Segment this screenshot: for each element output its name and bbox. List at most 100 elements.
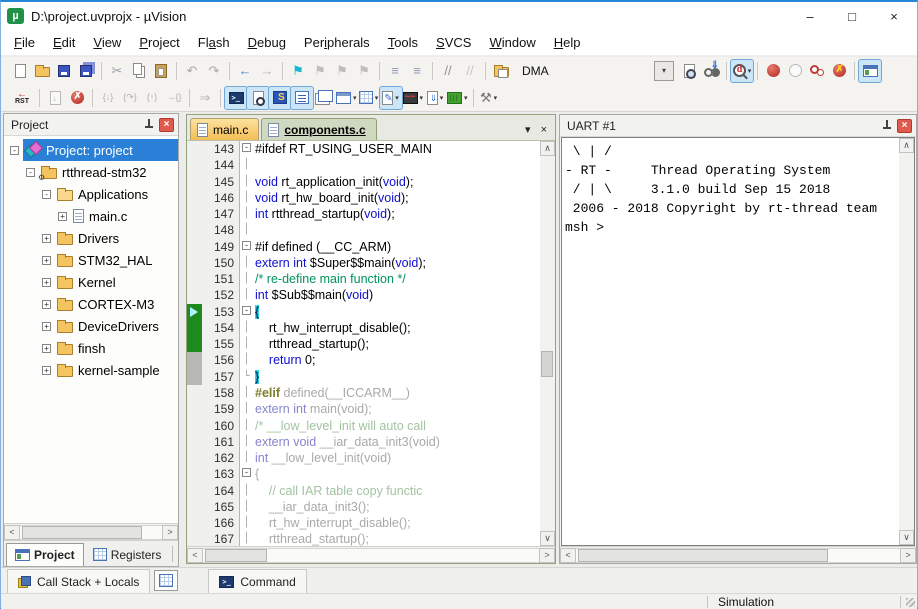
project-window-toggle[interactable] xyxy=(859,60,881,82)
insert-breakpoint-button[interactable] xyxy=(762,60,784,82)
menu-peripherals[interactable]: Peripherals xyxy=(295,32,379,53)
debug-settings-button[interactable]: ⚒▾ xyxy=(478,87,500,109)
tree-item-body[interactable]: Applications xyxy=(55,183,178,205)
cut-button[interactable]: ✂ xyxy=(106,60,128,82)
tree-item-body[interactable]: Kernel xyxy=(55,271,178,293)
previous-bookmark-button[interactable]: ⚑ xyxy=(331,60,353,82)
tree-item-applications[interactable]: -Applications xyxy=(4,183,178,205)
workspace-tab-registers[interactable]: Registers xyxy=(85,543,170,566)
toggle-bookmark-button[interactable]: ⚑ xyxy=(287,60,309,82)
dropdown-icon[interactable]: ▾ xyxy=(440,94,444,102)
call-stack-window-button[interactable] xyxy=(313,87,335,109)
tree-item-finsh[interactable]: + finsh xyxy=(4,337,178,359)
paste-button[interactable] xyxy=(150,60,172,82)
serial-windows-button[interactable]: ▾ xyxy=(380,87,402,109)
fold-marker[interactable]: - xyxy=(240,239,253,255)
disable-breakpoint-button[interactable] xyxy=(784,60,806,82)
symbol-window-button[interactable] xyxy=(269,87,291,109)
uncomment-button[interactable]: // xyxy=(459,60,481,82)
copy-button[interactable] xyxy=(128,60,150,82)
command-window-button[interactable] xyxy=(225,87,247,109)
menu-view[interactable]: View xyxy=(84,32,130,53)
uart-terminal[interactable]: \ | / - RT - Thread Operating System / |… xyxy=(561,137,915,546)
tree-item-body[interactable]: finsh xyxy=(55,337,178,359)
logic-analyzer-button[interactable]: ▾ xyxy=(402,87,425,109)
scroll-thumb[interactable] xyxy=(205,549,267,562)
menu-tools[interactable]: Tools xyxy=(379,32,427,53)
save-button[interactable] xyxy=(53,60,75,82)
tree-item-kernel[interactable]: +Kernel xyxy=(4,271,178,293)
workspace-tab-project[interactable]: Project xyxy=(6,543,84,566)
tab-main-c[interactable]: main.c xyxy=(190,118,259,140)
menu-edit[interactable]: Edit xyxy=(44,32,84,53)
tree-item-project-project[interactable]: -Project: project xyxy=(4,139,178,161)
tree-expander-icon[interactable]: + xyxy=(42,322,51,331)
uart-vertical-scrollbar[interactable]: ∧ ∨ xyxy=(899,138,914,545)
dropdown-icon[interactable]: ▾ xyxy=(494,94,498,102)
open-file-button[interactable] xyxy=(31,60,53,82)
tree-expander-icon[interactable]: + xyxy=(42,256,51,265)
tree-item-main-c[interactable]: +main.c xyxy=(4,205,178,227)
dropdown-icon[interactable]: ▾ xyxy=(375,94,379,102)
tree-item-body[interactable]: rtthread-stm32 xyxy=(39,161,178,183)
step-into-button[interactable]: {↓} xyxy=(97,87,119,109)
collapse-icon[interactable]: - xyxy=(242,468,251,477)
menu-debug[interactable]: Debug xyxy=(239,32,295,53)
code-editor[interactable]: 143-#ifdef RT_USING_USER_MAIN144│145│voi… xyxy=(187,141,540,546)
minimize-button[interactable]: – xyxy=(793,5,827,27)
editor-vertical-scrollbar[interactable]: ∧ ∨ xyxy=(540,141,555,546)
navigate-forward-button[interactable]: → xyxy=(256,60,278,82)
tree-expander-icon[interactable]: + xyxy=(42,344,51,353)
tree-item-rtthread-stm32[interactable]: -rtthread-stm32 xyxy=(4,161,178,183)
toolbox-button[interactable]: ▾ xyxy=(446,87,469,109)
disable-all-breakpoints-button[interactable] xyxy=(828,60,850,82)
tree-expander-icon[interactable]: + xyxy=(42,366,51,375)
memory-window-button[interactable] xyxy=(154,570,178,591)
menu-flash[interactable]: Flash xyxy=(189,32,239,53)
outdent-button[interactable]: ≡ xyxy=(406,60,428,82)
tree-expander-icon[interactable]: - xyxy=(26,168,35,177)
tree-expander-icon[interactable]: + xyxy=(42,300,51,309)
scroll-thumb[interactable] xyxy=(22,526,142,539)
editor-close-icon[interactable]: × xyxy=(541,124,547,136)
tree-item-body[interactable]: kernel-sample xyxy=(55,359,178,381)
call-stack-tab[interactable]: Call Stack + Locals xyxy=(7,569,150,593)
tree-item-body[interactable]: STM32_HAL xyxy=(55,249,178,271)
tree-item-body[interactable]: main.c xyxy=(71,205,178,227)
tree-item-devicedrivers[interactable]: + DeviceDrivers xyxy=(4,315,178,337)
new-file-button[interactable] xyxy=(9,60,31,82)
menu-help[interactable]: Help xyxy=(545,32,590,53)
redo-button[interactable]: ↷ xyxy=(203,60,225,82)
configure-books-button[interactable] xyxy=(490,60,512,82)
navigate-back-button[interactable]: ← xyxy=(234,60,256,82)
reset-cpu-button[interactable] xyxy=(9,87,35,109)
registers-window-button[interactable] xyxy=(291,87,313,109)
tree-item-body[interactable]: DeviceDrivers xyxy=(55,315,178,337)
scroll-left-icon[interactable]: < xyxy=(4,525,20,540)
tree-item-stm32-hal[interactable]: + STM32_HAL xyxy=(4,249,178,271)
dropdown-icon[interactable]: ▾ xyxy=(464,94,468,102)
scroll-thumb[interactable] xyxy=(541,351,553,377)
maximize-button[interactable]: □ xyxy=(835,5,869,27)
watch-windows-button[interactable]: ▾ xyxy=(335,87,358,109)
scroll-left-icon[interactable]: < xyxy=(187,548,203,563)
tree-item-drivers[interactable]: +Drivers xyxy=(4,227,178,249)
undo-button[interactable]: ↶ xyxy=(181,60,203,82)
comment-button[interactable]: // xyxy=(437,60,459,82)
project-panel-close-icon[interactable]: × xyxy=(159,118,174,132)
collapse-icon[interactable]: - xyxy=(242,143,251,152)
step-out-button[interactable]: {↑} xyxy=(141,87,163,109)
tab-components-c[interactable]: components.c xyxy=(261,118,376,140)
menu-file[interactable]: File xyxy=(5,32,44,53)
scroll-down-icon[interactable]: ∨ xyxy=(899,530,914,545)
dropdown-icon[interactable]: ▾ xyxy=(748,67,752,75)
fold-marker[interactable]: - xyxy=(240,304,253,320)
collapse-icon[interactable]: - xyxy=(242,241,251,250)
menu-project[interactable]: Project xyxy=(130,32,188,53)
kill-all-breakpoints-button[interactable] xyxy=(806,60,828,82)
pin-icon[interactable] xyxy=(882,120,891,131)
scroll-up-icon[interactable]: ∧ xyxy=(540,141,555,156)
dropdown-icon[interactable]: ▾ xyxy=(395,94,399,102)
scroll-up-icon[interactable]: ∧ xyxy=(899,138,914,153)
scroll-left-icon[interactable]: < xyxy=(560,548,576,563)
